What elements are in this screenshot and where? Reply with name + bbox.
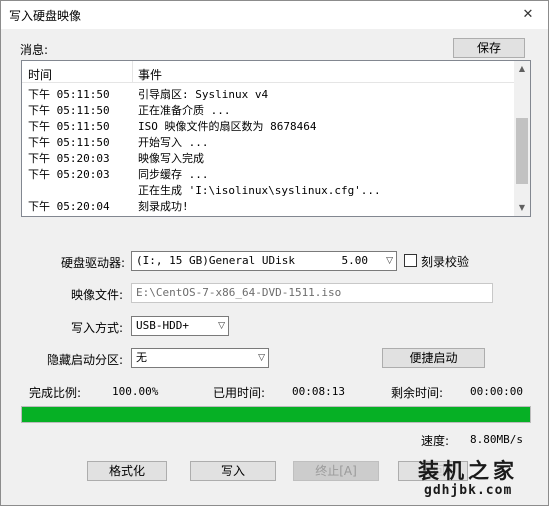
progress-value: 100.00% xyxy=(112,385,159,398)
log-event: 正在生成 'I:\isolinux\syslinux.cfg'... xyxy=(138,184,381,197)
remaining-value: 00:00:00 xyxy=(470,385,523,398)
verify-label[interactable]: 刻录校验 xyxy=(421,253,469,270)
drive-select[interactable]: (I:, 15 GB)General UDisk 5.00 ▽ xyxy=(131,251,397,271)
watermark-title: 装机之家 xyxy=(418,459,518,483)
log-time: 下午 05:20:03 xyxy=(28,152,110,165)
list-item[interactable]: 下午 05:20:04 刻录成功! xyxy=(22,197,515,213)
list-item[interactable]: 正在生成 'I:\isolinux\syslinux.cfg'... xyxy=(22,181,515,197)
write-method-value: USB-HDD+ xyxy=(136,319,189,332)
verify-checkbox[interactable] xyxy=(404,254,417,267)
close-icon[interactable]: ✕ xyxy=(508,1,548,29)
log-header-event: 事件 xyxy=(138,68,163,82)
log-event: 正在准备介质 ... xyxy=(138,104,231,117)
write-button[interactable]: 写入 xyxy=(190,461,276,481)
log-time: 下午 05:11:50 xyxy=(28,120,110,133)
log-time: 下午 05:11:50 xyxy=(28,136,110,149)
log-scrollbar[interactable]: ▲ ▼ xyxy=(514,61,530,216)
log-event: 同步缓存 ... xyxy=(138,168,209,181)
log-rows: 下午 05:11:50 引导扇区: Syslinux v4 下午 05:11:50 正… xyxy=(22,85,515,213)
format-button[interactable]: 格式化 xyxy=(87,461,167,481)
scroll-thumb[interactable] xyxy=(516,118,528,184)
drive-capacity: 5.00 xyxy=(341,254,369,267)
log-event: 刻录成功! xyxy=(138,200,189,213)
hidden-partition-label: 隐藏启动分区: xyxy=(47,353,124,367)
hidden-partition-value: 无 xyxy=(136,351,147,364)
log-time: 下午 05:11:50 xyxy=(28,104,110,117)
log-time: 下午 05:20:03 xyxy=(28,168,110,181)
image-file-label: 映像文件: xyxy=(71,288,124,302)
scroll-down-icon[interactable]: ▼ xyxy=(514,200,530,216)
stop-button[interactable]: 终止[A] xyxy=(293,461,379,481)
title-bar: 写入硬盘映像 ✕ xyxy=(1,1,548,29)
log-event: 引导扇区: Syslinux v4 xyxy=(138,88,269,101)
list-item[interactable]: 下午 05:20:03 同步缓存 ... xyxy=(22,165,515,181)
progress-bar-fill xyxy=(22,407,530,422)
elapsed-value: 00:08:13 xyxy=(292,385,345,398)
hidden-partition-select[interactable]: 无 ▽ xyxy=(131,348,269,368)
log-header: 时间 事件 xyxy=(22,61,515,83)
window-title: 写入硬盘映像 xyxy=(9,9,82,23)
chevron-down-icon: ▽ xyxy=(218,321,225,331)
log-list[interactable]: 时间 事件 下午 05:11:50 引导扇区: Syslinux v4 下午 05:… xyxy=(21,60,531,217)
speed-value: 8.80MB/s xyxy=(470,433,523,446)
watermark-logo: 装机之家 gdhjbk.com xyxy=(396,453,536,503)
progress-bar xyxy=(21,406,531,423)
log-event: ISO 映像文件的扇区数为 8678464 xyxy=(138,120,317,133)
log-time: 下午 05:11:50 xyxy=(28,88,110,101)
list-item[interactable]: 下午 05:11:50 引导扇区: Syslinux v4 xyxy=(22,85,515,101)
chevron-down-icon: ▽ xyxy=(258,353,265,363)
list-item[interactable]: 下午 05:11:50 ISO 映像文件的扇区数为 8678464 xyxy=(22,117,515,133)
write-disk-image-dialog: 写入硬盘映像 ✕ 消息: 保存 时间 事件 下午 05:11:50 引导扇区: S… xyxy=(0,0,549,506)
log-event: 开始写入 ... xyxy=(138,136,209,149)
elapsed-label: 已用时间: xyxy=(213,386,266,400)
remaining-label: 剩余时间: xyxy=(391,386,444,400)
write-method-label: 写入方式: xyxy=(71,321,124,335)
write-method-select[interactable]: USB-HDD+ ▽ xyxy=(131,316,229,336)
image-file-field[interactable]: E:\CentOS-7-x86_64-DVD-1511.iso xyxy=(131,283,493,303)
watermark-url: gdhjbk.com xyxy=(424,483,513,498)
save-log-button[interactable]: 保存 xyxy=(453,38,525,58)
scroll-up-icon[interactable]: ▲ xyxy=(514,61,530,77)
log-event: 映像写入完成 xyxy=(138,152,204,165)
list-item[interactable]: 下午 05:11:50 开始写入 ... xyxy=(22,133,515,149)
log-time: 下午 05:20:04 xyxy=(28,200,110,213)
drive-select-value: (I:, 15 GB)General UDisk xyxy=(136,254,295,267)
drive-label: 硬盘驱动器: xyxy=(61,256,126,270)
log-section-label: 消息: xyxy=(20,43,49,57)
chevron-down-icon: ▽ xyxy=(386,256,393,266)
progress-label: 完成比例: xyxy=(29,386,82,400)
list-item[interactable]: 下午 05:11:50 正在准备介质 ... xyxy=(22,101,515,117)
column-divider[interactable] xyxy=(132,61,133,83)
list-item[interactable]: 下午 05:20:03 映像写入完成 xyxy=(22,149,515,165)
quick-boot-button[interactable]: 便捷启动 xyxy=(382,348,485,368)
log-header-time: 时间 xyxy=(28,68,53,82)
speed-label: 速度: xyxy=(421,434,450,448)
